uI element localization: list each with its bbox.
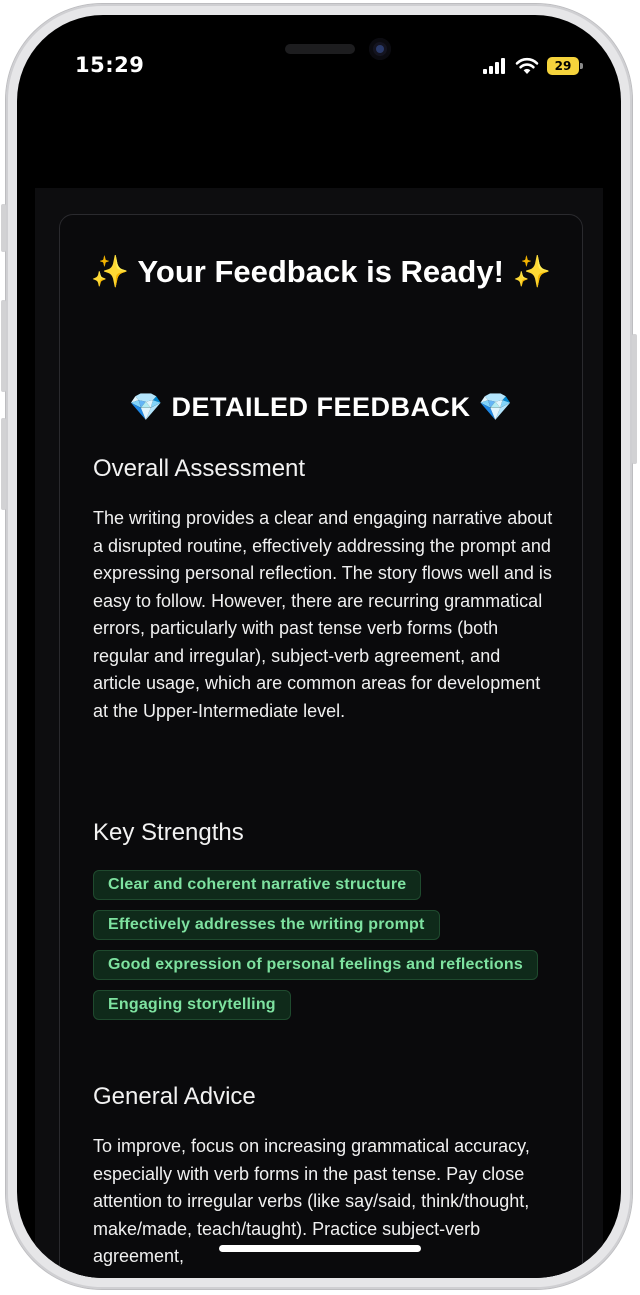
status-bar: 15:29 29	[17, 15, 621, 115]
page-title: ✨ Your Feedback is Ready! ✨	[90, 254, 552, 289]
volume-down-button	[1, 418, 6, 510]
speaker-grille	[285, 44, 355, 54]
dynamic-island	[273, 35, 391, 63]
general-advice-heading: General Advice	[93, 1083, 256, 1110]
home-indicator[interactable]	[219, 1245, 421, 1252]
power-button	[632, 334, 637, 464]
volume-up-button	[1, 300, 6, 392]
strength-tag: Engaging storytelling	[93, 990, 291, 1020]
key-strengths-heading: Key Strengths	[93, 819, 244, 846]
action-button	[1, 204, 6, 252]
strengths-list: Clear and coherent narrative structure E…	[93, 870, 553, 1020]
strength-tag: Good expression of personal feelings and…	[93, 950, 538, 980]
section-title: 💎 DETAILED FEEDBACK 💎	[129, 392, 513, 422]
strength-tag: Clear and coherent narrative structure	[93, 870, 422, 900]
status-time: 15:29	[75, 53, 145, 77]
content-area[interactable]: ✨ Your Feedback is Ready! ✨ 💎 DETAILED F…	[35, 188, 603, 1278]
wifi-icon	[515, 57, 539, 74]
feedback-card: ✨ Your Feedback is Ready! ✨ 💎 DETAILED F…	[59, 214, 583, 1278]
status-icons: 29	[483, 55, 583, 77]
front-camera-icon	[369, 38, 391, 60]
battery-icon: 29	[547, 57, 583, 75]
overall-assessment-text: The writing provides a clear and engagin…	[93, 508, 553, 721]
phone-screen: 15:29 29 ✨ Your Feedback is Ready! ✨ 💎 D…	[17, 15, 621, 1278]
strength-tag: Effectively addresses the writing prompt	[93, 910, 440, 940]
overall-assessment-heading: Overall Assessment	[93, 455, 306, 482]
signal-icon	[483, 58, 505, 74]
